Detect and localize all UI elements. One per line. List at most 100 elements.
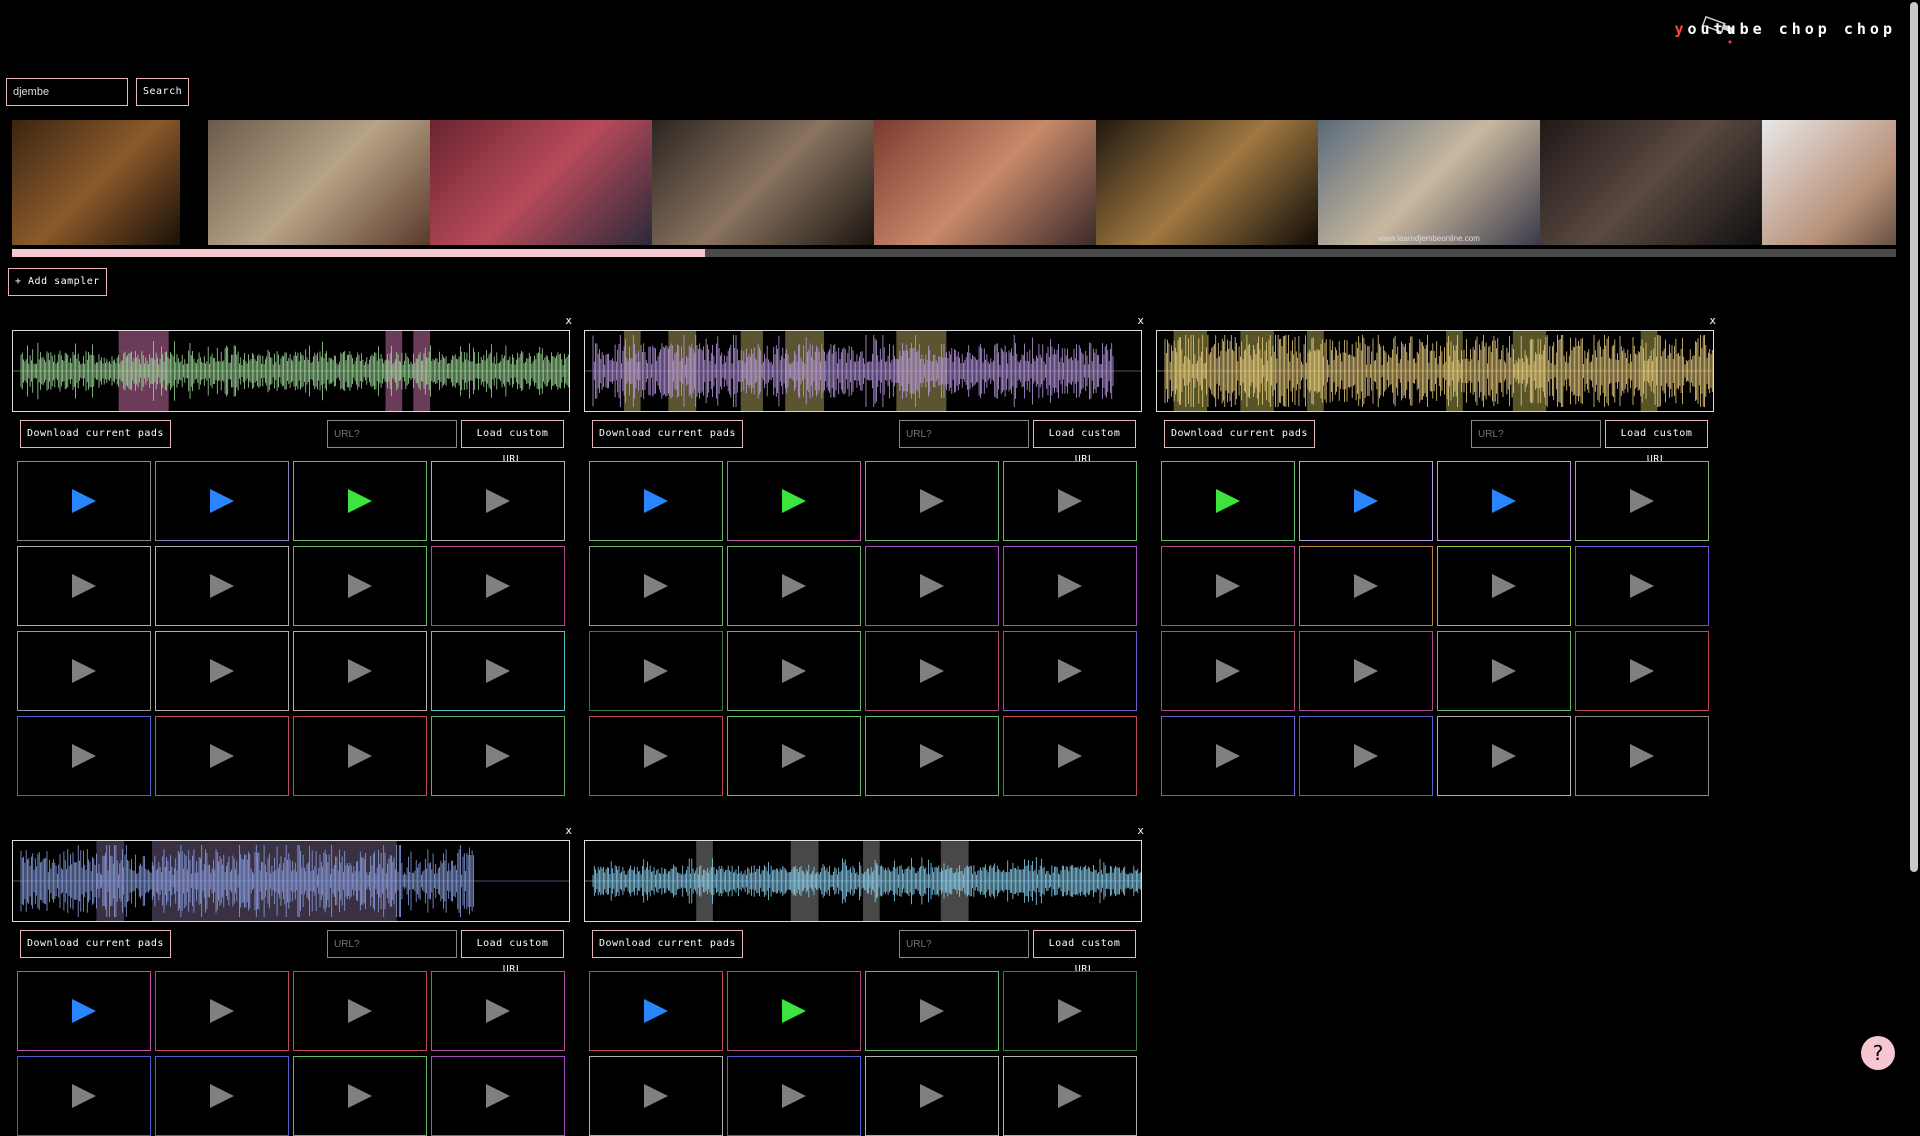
scrollbar-thumb[interactable] [1910,2,1918,872]
sample-pad[interactable] [17,971,151,1051]
sample-pad[interactable] [431,631,565,711]
sample-pad[interactable] [1437,546,1571,626]
video-thumbnail[interactable] [208,120,430,245]
load-custom-url-button[interactable]: Load custom URL [461,420,564,465]
waveform[interactable] [12,330,570,412]
sample-pad[interactable] [155,1056,289,1136]
sample-pad[interactable] [1437,716,1571,796]
download-pads-button[interactable]: Download current pads [592,420,743,448]
sample-pad[interactable] [1161,546,1295,626]
playback-progress[interactable] [12,249,1896,257]
download-pads-button[interactable]: Download current pads [1164,420,1315,448]
load-custom-url-button[interactable]: Load custom URL [1033,420,1136,465]
sample-pad[interactable] [293,461,427,541]
load-custom-url-button[interactable]: Load custom URL [1033,930,1136,975]
video-thumbnail[interactable] [1540,120,1762,245]
sample-pad[interactable] [865,971,999,1051]
sample-pad[interactable] [727,1056,861,1136]
close-sampler-button[interactable]: x [1709,314,1716,327]
sample-pad[interactable] [727,546,861,626]
sample-pad[interactable] [1437,631,1571,711]
waveform[interactable] [584,330,1142,412]
video-thumbnail[interactable] [180,120,208,245]
sample-pad[interactable] [865,1056,999,1136]
sample-pad[interactable] [1299,631,1433,711]
sample-pad[interactable] [17,1056,151,1136]
sample-pad[interactable] [1003,461,1137,541]
waveform[interactable] [1156,330,1714,412]
download-pads-button[interactable]: Download current pads [592,930,743,958]
sample-pad[interactable] [1003,716,1137,796]
load-custom-url-button[interactable]: Load custom URL [461,930,564,975]
custom-url-input[interactable] [327,930,457,958]
sample-pad[interactable] [293,546,427,626]
video-thumbnail[interactable] [652,120,874,245]
sample-pad[interactable] [1299,716,1433,796]
close-sampler-button[interactable]: x [565,824,572,837]
search-input[interactable] [6,78,128,106]
sample-pad[interactable] [589,546,723,626]
custom-url-input[interactable] [327,420,457,448]
sample-pad[interactable] [293,716,427,796]
sample-pad[interactable] [1161,631,1295,711]
sample-pad[interactable] [155,716,289,796]
custom-url-input[interactable] [899,930,1029,958]
sample-pad[interactable] [431,716,565,796]
video-thumbnail[interactable] [12,120,180,245]
sample-pad[interactable] [727,971,861,1051]
sample-pad[interactable] [1299,546,1433,626]
video-thumbnail[interactable] [874,120,1096,245]
sample-pad[interactable] [293,631,427,711]
search-button[interactable]: Search [136,78,190,106]
sample-pad[interactable] [1003,631,1137,711]
sample-pad[interactable] [727,461,861,541]
sample-pad[interactable] [1003,546,1137,626]
sample-pad[interactable] [589,716,723,796]
custom-url-input[interactable] [1471,420,1601,448]
sample-pad[interactable] [155,461,289,541]
sample-pad[interactable] [17,546,151,626]
sample-pad[interactable] [431,546,565,626]
sample-pad[interactable] [17,716,151,796]
sample-pad[interactable] [1575,461,1709,541]
download-pads-button[interactable]: Download current pads [20,930,171,958]
sample-pad[interactable] [1575,716,1709,796]
sample-pad[interactable] [727,716,861,796]
sample-pad[interactable] [155,971,289,1051]
sample-pad[interactable] [17,631,151,711]
sample-pad[interactable] [431,971,565,1051]
close-sampler-button[interactable]: x [1137,314,1144,327]
video-thumbnail[interactable] [1096,120,1318,245]
sample-pad[interactable] [1299,461,1433,541]
sample-pad[interactable] [293,971,427,1051]
close-sampler-button[interactable]: x [565,314,572,327]
sample-pad[interactable] [155,546,289,626]
sample-pad[interactable] [431,1056,565,1136]
sample-pad[interactable] [1575,546,1709,626]
help-button[interactable]: ? [1861,1036,1895,1070]
video-thumbnail[interactable] [430,120,652,245]
sample-pad[interactable] [1575,631,1709,711]
custom-url-input[interactable] [899,420,1029,448]
sample-pad[interactable] [1003,1056,1137,1136]
close-sampler-button[interactable]: x [1137,824,1144,837]
sample-pad[interactable] [589,461,723,541]
sample-pad[interactable] [865,631,999,711]
add-sampler-button[interactable]: + Add sampler [8,268,107,296]
waveform[interactable] [584,840,1142,922]
sample-pad[interactable] [589,1056,723,1136]
sample-pad[interactable] [589,631,723,711]
video-thumbnail[interactable] [1762,120,1896,245]
page-scrollbar[interactable] [1908,0,1920,1080]
sample-pad[interactable] [865,716,999,796]
sample-pad[interactable] [1161,461,1295,541]
sample-pad[interactable] [17,461,151,541]
sample-pad[interactable] [1003,971,1137,1051]
sample-pad[interactable] [1437,461,1571,541]
sample-pad[interactable] [1161,716,1295,796]
sample-pad[interactable] [431,461,565,541]
sample-pad[interactable] [865,546,999,626]
sample-pad[interactable] [293,1056,427,1136]
load-custom-url-button[interactable]: Load custom URL [1605,420,1708,465]
waveform[interactable] [12,840,570,922]
